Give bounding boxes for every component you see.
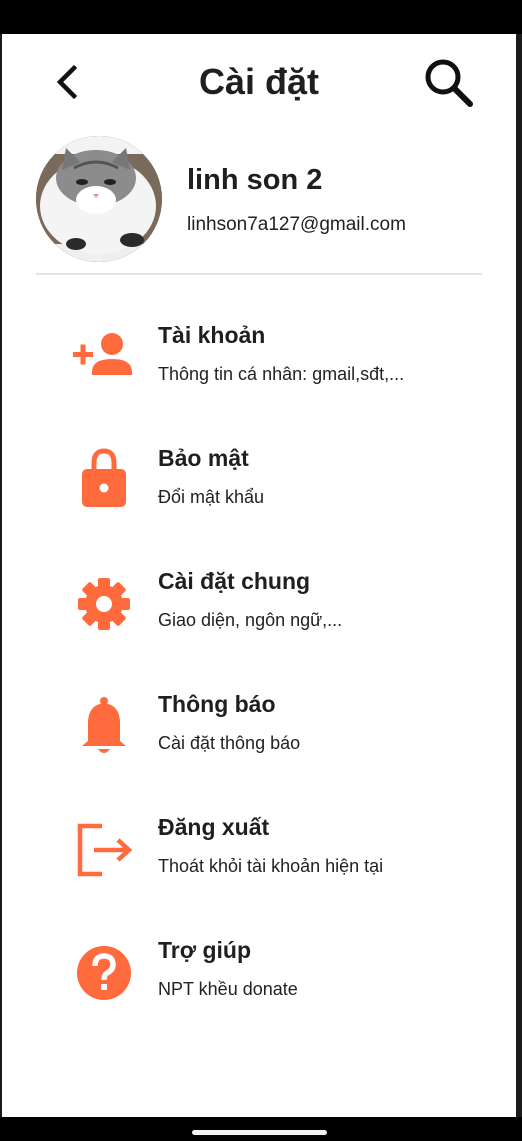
avatar[interactable] xyxy=(36,136,162,262)
logout-icon xyxy=(62,814,142,878)
settings-screen: Cài đặt linh son 2 linhson7a127@gmail.co… xyxy=(2,34,516,1117)
search-button[interactable] xyxy=(420,54,476,110)
menu-item-title: Trợ giúp xyxy=(158,937,252,963)
menu-item-title: Thông báo xyxy=(158,691,276,717)
menu-item-subtitle: Thông tin cá nhân: gmail,sđt,... xyxy=(158,364,405,384)
divider xyxy=(36,273,482,275)
menu-item-title: Tài khoản xyxy=(158,322,266,348)
navigation-bar xyxy=(0,1117,522,1141)
menu-item-subtitle: Thoát khỏi tài khoản hiện tại xyxy=(158,856,384,876)
menu-item-subtitle: Đổi mật khẩu xyxy=(158,487,265,507)
lock-icon xyxy=(62,445,142,509)
menu-item-security[interactable]: Bảo mật Đổi mật khẩu xyxy=(62,437,482,537)
menu-item-title: Cài đặt chung xyxy=(158,568,311,594)
add-user-icon xyxy=(62,322,142,386)
gear-icon xyxy=(62,568,142,632)
menu-item-subtitle: Cài đặt thông báo xyxy=(158,733,301,753)
profile-card[interactable]: linh son 2 linhson7a127@gmail.com xyxy=(36,136,486,266)
menu-item-title: Bảo mật xyxy=(158,445,249,471)
menu-item-help[interactable]: Trợ giúp NPT khều donate xyxy=(62,929,482,1029)
user-name: linh son 2 xyxy=(187,164,323,196)
app-header: Cài đặt xyxy=(2,34,516,130)
cat-avatar-image xyxy=(36,136,162,262)
bell-icon xyxy=(62,691,142,755)
status-bar xyxy=(0,0,522,34)
menu-item-subtitle: NPT khều donate xyxy=(158,979,298,999)
user-email: linhson7a127@gmail.com xyxy=(187,214,406,235)
menu-item-general-settings[interactable]: Cài đặt chung Giao diện, ngôn ngữ,... xyxy=(62,560,482,660)
menu-item-notifications[interactable]: Thông báo Cài đặt thông báo xyxy=(62,683,482,783)
home-indicator[interactable] xyxy=(192,1130,327,1135)
menu-item-title: Đăng xuất xyxy=(158,814,270,840)
help-icon xyxy=(62,937,142,1001)
menu-item-subtitle: Giao diện, ngôn ngữ,... xyxy=(158,610,343,630)
menu-item-logout[interactable]: Đăng xuất Thoát khỏi tài khoản hiện tại xyxy=(62,806,482,906)
search-icon xyxy=(425,59,473,107)
menu-item-account[interactable]: Tài khoản Thông tin cá nhân: gmail,sđt,.… xyxy=(62,314,482,414)
